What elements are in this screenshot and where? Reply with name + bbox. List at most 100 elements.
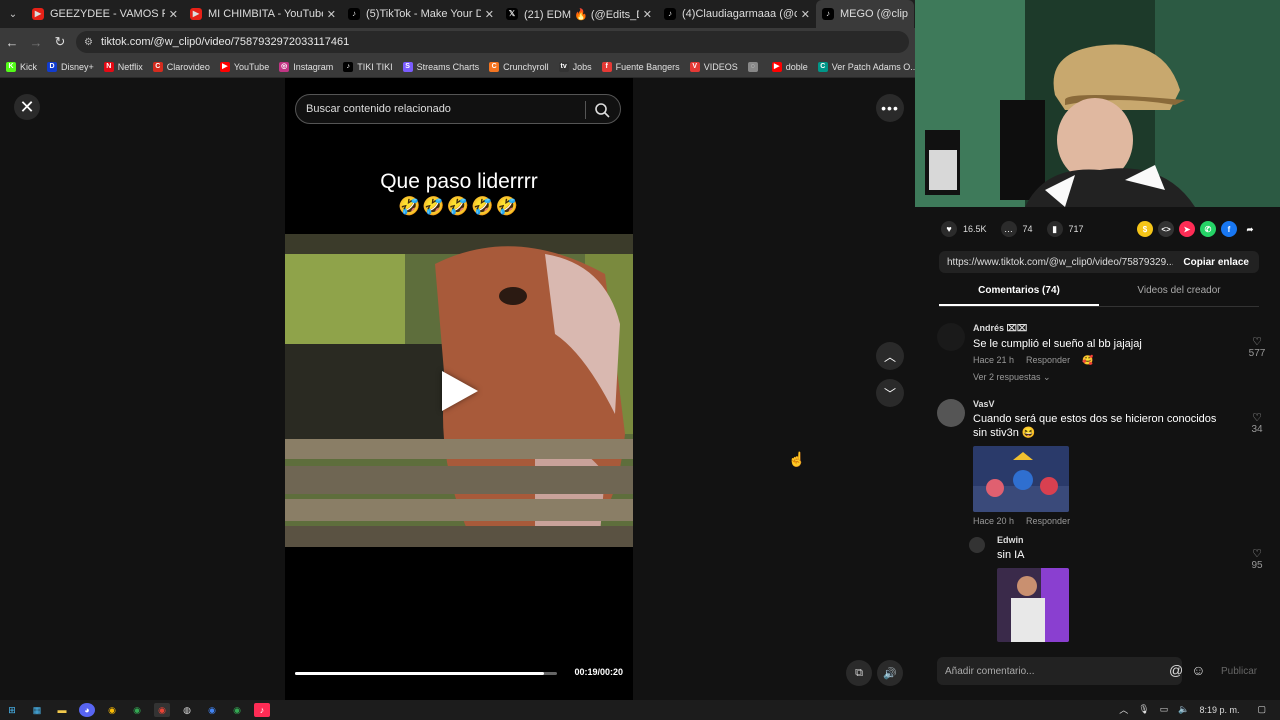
speaker-icon[interactable]: 🔈 <box>1178 704 1189 715</box>
bookmark-item[interactable]: ▶ YouTube <box>219 61 269 72</box>
view-replies-button[interactable]: Ver 2 respuestas ⌄ <box>973 372 1223 383</box>
bookmark-item[interactable]: ◌ <box>747 61 762 72</box>
clock[interactable]: 8:19 p. m. <box>1199 705 1239 715</box>
tab-1[interactable]: ▶ GEEZYDEE - VAMOS PA BELEN ✕ <box>26 0 184 28</box>
bookmark-item[interactable]: S Streams Charts <box>402 61 479 72</box>
reply-button[interactable]: Responder <box>1026 516 1070 526</box>
embed-icon[interactable]: <> <box>1158 221 1174 237</box>
bookmark-item[interactable]: C Ver Patch Adams O... <box>817 61 915 72</box>
site-settings-icon[interactable]: ⚙ <box>84 37 93 48</box>
discord-icon[interactable]: ◕ <box>79 703 95 717</box>
close-tab-icon[interactable]: ✕ <box>801 8 810 21</box>
close-tab-icon[interactable]: ✕ <box>327 8 336 21</box>
network-icon[interactable]: ▭ <box>1160 704 1169 715</box>
volume-button[interactable]: 🔊 <box>877 660 903 686</box>
bookmark-item[interactable]: K Kick <box>6 61 37 72</box>
bookmark-item[interactable]: C Clarovideo <box>152 61 210 72</box>
coin-icon[interactable]: $ <box>1137 221 1153 237</box>
tab-2[interactable]: ▶ MI CHIMBITA - YouTube ✕ <box>184 0 342 28</box>
close-tab-icon[interactable]: ✕ <box>485 8 494 21</box>
tab-creator-videos[interactable]: Videos del creador <box>1099 285 1259 306</box>
related-search-input[interactable]: Buscar contenido relacionado <box>295 94 621 124</box>
share-arrow-icon[interactable]: ➦ <box>1242 221 1258 237</box>
close-video-button[interactable]: ✕ <box>14 94 40 120</box>
chrome-icon[interactable]: ◉ <box>104 703 120 717</box>
microphone-icon[interactable]: 🎙 <box>1138 704 1149 715</box>
bookmark-item[interactable]: V VIDEOS <box>689 61 738 72</box>
bookmark-label: Netflix <box>117 61 143 72</box>
tab-5[interactable]: ♪ (4)Claudiagarmaaa (@claudiag ✕ <box>658 0 816 28</box>
heart-icon[interactable]: ♡ <box>1242 547 1272 560</box>
emoji-icon[interactable]: ☺ <box>1191 662 1205 678</box>
chrome-icon[interactable]: ◉ <box>129 703 145 717</box>
comment-count: 74 <box>1022 224 1033 234</box>
comment-image[interactable] <box>973 446 1069 512</box>
notification-icon[interactable]: ▢ <box>1257 704 1266 715</box>
video-player[interactable]: Buscar contenido relacionado Que paso li… <box>285 78 633 700</box>
avatar[interactable] <box>937 399 965 427</box>
chrome-active-icon[interactable]: ◉ <box>154 703 170 717</box>
mention-icon[interactable]: @ <box>1169 662 1183 678</box>
bookmark-item[interactable]: tv Jobs <box>558 61 592 72</box>
avatar[interactable] <box>937 323 965 351</box>
bookmark-item[interactable]: ▶ doble <box>771 61 808 72</box>
reload-icon[interactable]: ↻ <box>48 34 72 50</box>
tab-search-chevron-icon[interactable]: ⌄ <box>0 0 26 28</box>
heart-icon[interactable]: ♡ <box>1242 411 1272 424</box>
bookmark-item[interactable]: N Netflix <box>103 61 143 72</box>
search-placeholder: Buscar contenido relacionado <box>306 103 451 115</box>
reply-button[interactable]: Responder <box>1026 355 1070 365</box>
chevron-up-icon[interactable]: ︿ <box>1119 703 1128 716</box>
bookmark-favicon-icon: f <box>601 61 612 72</box>
comment-author[interactable]: VasV <box>973 399 1223 409</box>
calculator-icon[interactable]: ▦ <box>29 703 45 717</box>
add-comment-input[interactable]: Añadir comentario... <box>937 657 1182 685</box>
send-icon[interactable]: ➤ <box>1179 221 1195 237</box>
more-options-button[interactable]: ••• <box>876 94 904 122</box>
close-tab-icon[interactable]: ✕ <box>643 8 652 21</box>
tab-title: (21) EDM 🔥 (@Edits_De_Mierd <box>524 8 639 21</box>
tiktok-icon[interactable]: ♪ <box>254 703 270 717</box>
play-icon[interactable] <box>442 371 478 411</box>
comment-author[interactable]: Andrés ⌧⌧ <box>973 323 1223 334</box>
tab-3[interactable]: ♪ (5)TikTok - Make Your Day ✕ <box>342 0 500 28</box>
whatsapp-icon[interactable]: ✆ <box>1200 221 1216 237</box>
save-action[interactable]: ▮ 717 <box>1046 221 1084 237</box>
bookmark-item[interactable]: C Crunchyroll <box>489 61 549 72</box>
comment-action[interactable]: … 74 <box>1000 221 1033 237</box>
bookmark-item[interactable]: ♪ TIKI TIKI <box>343 61 393 72</box>
like-action[interactable]: ♥ 16.5K <box>941 221 987 237</box>
ellipsis-icon: ••• <box>881 100 899 116</box>
back-icon[interactable]: ← <box>0 35 24 50</box>
forward-icon[interactable]: → <box>24 35 48 50</box>
copy-link-button[interactable]: Copiar enlace <box>1173 257 1259 268</box>
tab-4[interactable]: 𝕏 (21) EDM 🔥 (@Edits_De_Mierd ✕ <box>500 0 658 28</box>
url-input[interactable]: ⚙ tiktok.com/@w_clip0/video/758793297203… <box>76 31 909 53</box>
obs-icon[interactable]: ◍ <box>179 703 195 717</box>
video-frame-horse[interactable] <box>285 234 633 547</box>
close-tab-icon[interactable]: ✕ <box>169 8 178 21</box>
video-progress-bar[interactable] <box>295 672 557 675</box>
share-url[interactable]: https://www.tiktok.com/@w_clip0/video/75… <box>939 257 1173 268</box>
chrome-icon[interactable]: ◉ <box>204 703 220 717</box>
next-video-button[interactable]: ﹀ <box>876 379 904 407</box>
avatar[interactable] <box>969 537 985 553</box>
search-icon[interactable] <box>593 101 611 119</box>
tab-comments[interactable]: Comentarios (74) <box>939 285 1099 306</box>
chrome-icon[interactable]: ◉ <box>229 703 245 717</box>
publish-button[interactable]: Publicar <box>1221 666 1257 677</box>
bookmark-item[interactable]: D Disney+ <box>47 61 94 72</box>
bookmark-item[interactable]: f Fuente Bangers <box>601 61 680 72</box>
bookmark-item[interactable]: ◎ Instagram <box>279 61 333 72</box>
heart-icon[interactable]: ♡ <box>1242 335 1272 348</box>
like-count: 16.5K <box>963 224 987 234</box>
floating-player-button[interactable]: ⧉ <box>846 660 872 686</box>
bookmark-favicon-icon: ◌ <box>747 61 758 72</box>
previous-video-button[interactable]: ︿ <box>876 342 904 370</box>
comment-image[interactable] <box>997 568 1069 642</box>
tab-6-active[interactable]: ♪ MEGO (@clips_mego <box>816 0 914 28</box>
windows-start-icon[interactable]: ⊞ <box>4 703 20 717</box>
facebook-icon[interactable]: f <box>1221 221 1237 237</box>
file-explorer-icon[interactable]: ▬ <box>54 703 70 717</box>
comment-author[interactable]: Edwin <box>997 535 1247 545</box>
